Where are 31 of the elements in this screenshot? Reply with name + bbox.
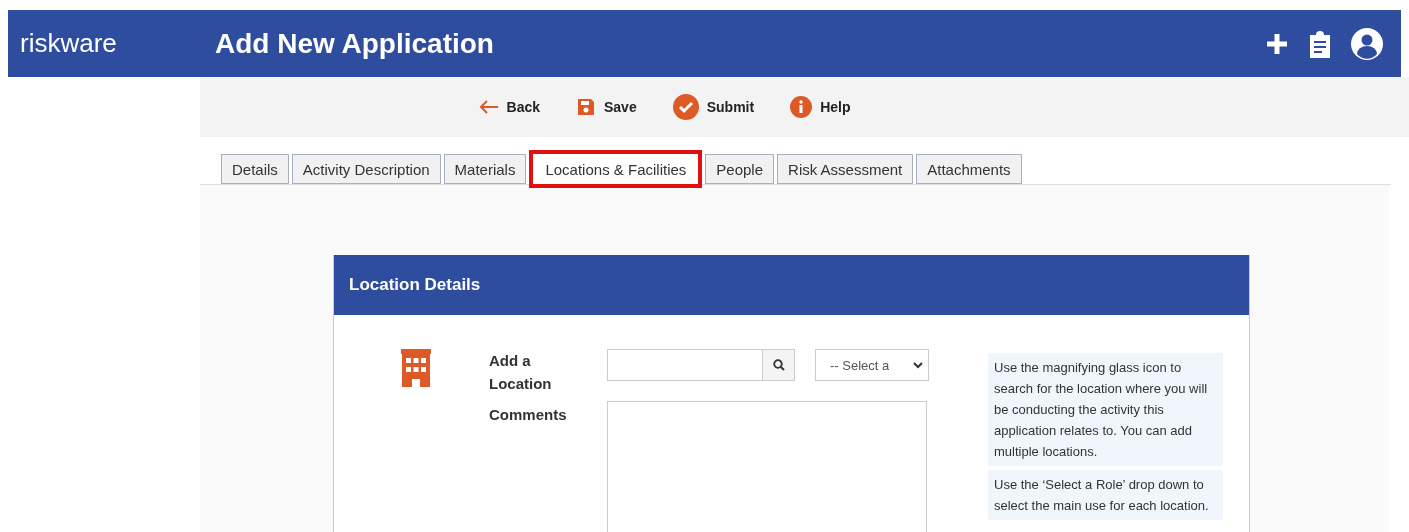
submit-button[interactable]: Submit (672, 94, 755, 120)
arrow-left-icon (478, 99, 499, 115)
help-text: Use the magnifying glass icon to search for the location where you will be conducting the activity this application relates to. You can add multiple locations. (988, 353, 1223, 466)
tab[interactable]: People (705, 154, 775, 184)
tab[interactable]: Attachments (916, 154, 1022, 184)
back-button[interactable]: Back (478, 99, 540, 115)
page-title: Add New Application (215, 27, 495, 60)
tab[interactable]: Locations & Facilities (529, 150, 703, 188)
building-icon (401, 349, 431, 387)
tab[interactable]: Details (221, 154, 289, 184)
field-label: Add a Location (489, 351, 553, 394)
clipboard-icon[interactable] (1309, 29, 1331, 58)
check-circle-icon (672, 94, 699, 120)
search-icon (772, 359, 785, 371)
comments-field[interactable] (607, 401, 927, 532)
help-text: Use the ‘Select a Role’ drop down to select the main use for each location. (988, 470, 1223, 520)
role-select[interactable]: -- Select a (815, 349, 929, 381)
field-label: Comments (489, 405, 568, 425)
save-button[interactable]: Save (576, 97, 637, 117)
location-search-field[interactable] (607, 349, 795, 381)
plus-icon[interactable] (1265, 31, 1289, 56)
user-icon[interactable] (1351, 27, 1383, 60)
search-button[interactable] (762, 350, 794, 380)
logo: riskware (19, 28, 118, 59)
info-circle-icon (790, 96, 813, 118)
chevron-down-icon (912, 361, 924, 369)
card-title: Location Details (334, 255, 1249, 315)
tab[interactable]: Materials (443, 154, 527, 184)
tab[interactable]: Risk Assessment (777, 154, 914, 184)
tab[interactable]: Activity Description (291, 154, 441, 184)
help-button[interactable]: Help (790, 96, 851, 118)
